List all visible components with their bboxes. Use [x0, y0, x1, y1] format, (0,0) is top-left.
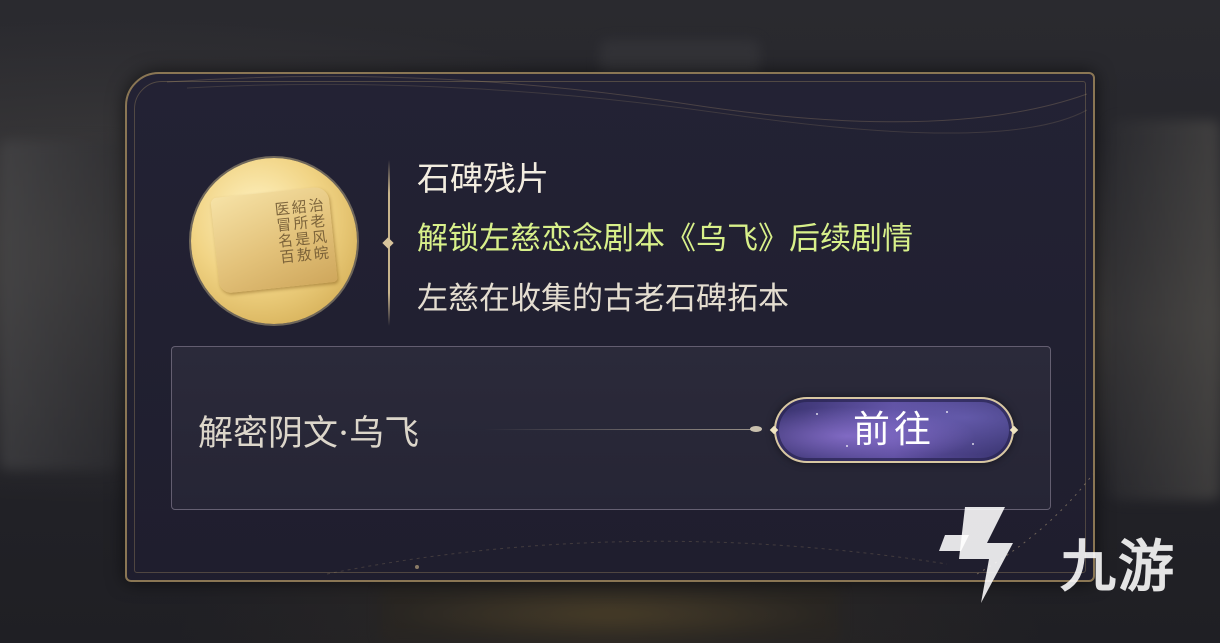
item-description: 左慈在收集的古老石碑拓本 — [417, 281, 789, 317]
item-unlock-text: 解锁左慈恋念剧本《乌飞》后续剧情 — [417, 221, 913, 257]
background-blur-left — [0, 140, 120, 470]
rubbing-glyphs: 治老风皖紹所是敖医冒名百 — [272, 196, 331, 266]
quest-connector-line — [484, 429, 754, 430]
quest-connector-tip — [750, 426, 762, 432]
quest-entry: 解密阴文·乌飞 前往 — [171, 346, 1051, 510]
game-screen: 治老风皖紹所是敖医冒名百 石碑残片 解锁左慈恋念剧本《乌飞》后续剧情 左慈在收集… — [0, 0, 1220, 643]
go-button[interactable]: 前往 — [769, 397, 1019, 463]
watermark-text: 九游 — [1060, 535, 1176, 600]
go-button-label: 前往 — [853, 408, 935, 451]
stone-tablet-rubbing-icon: 治老风皖紹所是敖医冒名百 — [210, 186, 338, 294]
quest-label: 解密阴文·乌飞 — [198, 414, 420, 454]
item-icon: 治老风皖紹所是敖医冒名百 — [191, 158, 357, 324]
background-blur-bottom — [380, 585, 840, 643]
item-name: 石碑残片 — [417, 159, 549, 198]
background-blur-right — [1110, 120, 1220, 500]
